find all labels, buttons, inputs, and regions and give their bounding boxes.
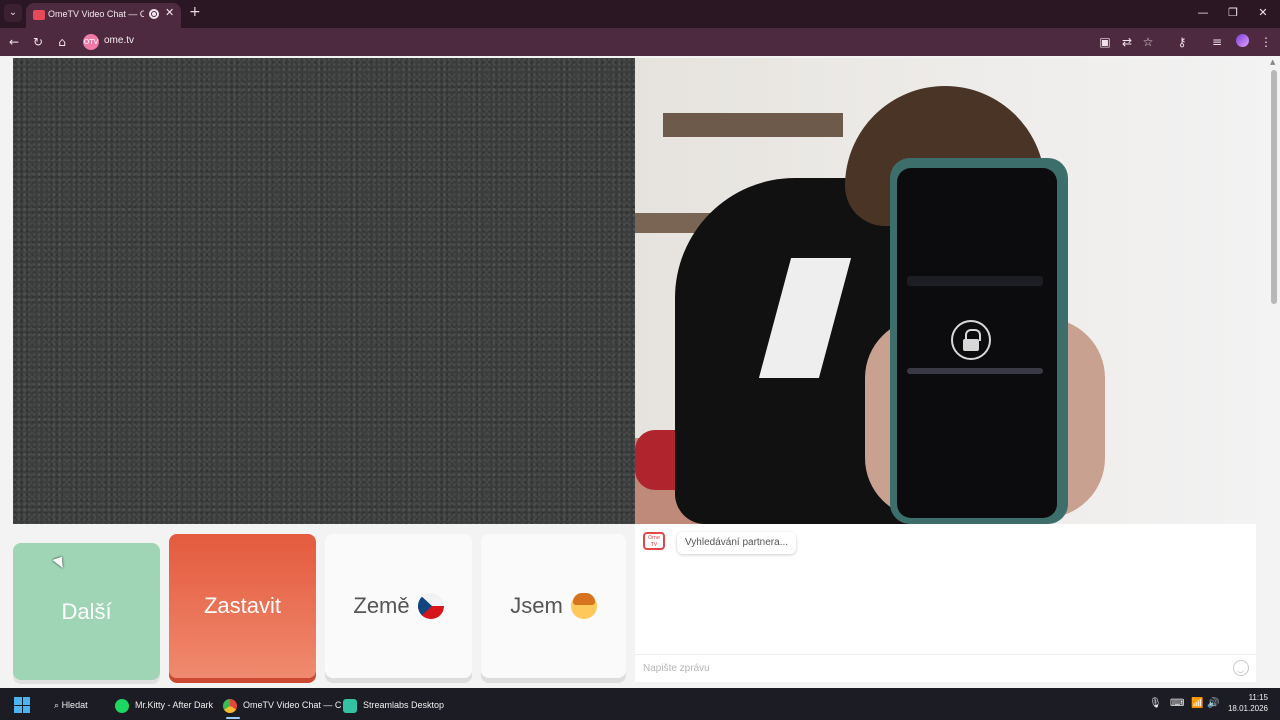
tab-title: OmeTV Video Chat — Ome: [48, 9, 144, 19]
url-text[interactable]: ome.tv: [104, 35, 134, 46]
windows-taskbar: ⌕ Hledat Mr.Kitty - After Dark OmeTV Vid…: [0, 688, 1280, 720]
browser-menu-icon[interactable]: ⋮: [1258, 34, 1274, 50]
browser-toolbar: ← ↻ ⌂ OTV ome.tv ▣ ⇄ ☆ ⚷ ≡ ⋮: [0, 28, 1280, 56]
wifi-icon[interactable]: 📶: [1191, 698, 1203, 709]
chat-panel: Ome TV Vyhledávání partnera... Napište z…: [635, 524, 1256, 682]
chat-status-message: Vyhledávání partnera...: [677, 532, 797, 554]
browser-tab-ometv[interactable]: OmeTV Video Chat — Ome ✕: [26, 3, 181, 28]
gender-button-label: Jsem: [510, 593, 563, 618]
browser-tab-strip: ⌄ OmeTV Video Chat — Ome ✕ + — ❐ ✕: [0, 0, 1280, 28]
phone-lock-icon: [951, 320, 991, 360]
taskbar-app-label: Mr.Kitty - After Dark: [135, 700, 214, 710]
tab-close-icon[interactable]: ✕: [165, 6, 174, 19]
taskbar-app-spotify[interactable]: Mr.Kitty - After Dark: [115, 696, 213, 714]
scroll-up-arrow-icon[interactable]: ▲: [1270, 58, 1275, 66]
reload-icon[interactable]: ↻: [30, 34, 46, 50]
camera-shelf: [663, 113, 843, 137]
media-control-icon[interactable]: ≡: [1209, 34, 1225, 50]
taskbar-search-label: Hledat: [61, 700, 88, 710]
taskbar-clock[interactable]: 11:15 18.01.2026: [1226, 692, 1268, 714]
country-button[interactable]: Země: [325, 534, 472, 678]
windows-start-icon[interactable]: [14, 697, 30, 713]
page-scrollbar[interactable]: ▲: [1268, 56, 1280, 688]
ometv-logo-icon: Ome TV: [643, 532, 665, 550]
ometv-favicon-icon: [33, 10, 45, 20]
chrome-icon: [223, 698, 237, 713]
partner-video-static: [13, 58, 635, 524]
profile-avatar-icon[interactable]: [1236, 34, 1249, 47]
bookmark-star-icon[interactable]: ☆: [1140, 34, 1156, 50]
clock-time: 11:15: [1248, 693, 1268, 702]
window-close-button[interactable]: ✕: [1256, 6, 1270, 19]
keyboard-icon[interactable]: ⌨: [1170, 698, 1184, 709]
next-button[interactable]: Další: [13, 543, 160, 680]
home-icon[interactable]: ⌂: [54, 34, 70, 50]
window-restore-button[interactable]: ❐: [1226, 6, 1240, 19]
clock-date: 18.01.2026: [1227, 704, 1268, 713]
window-minimize-button[interactable]: —: [1196, 6, 1210, 19]
czech-flag-icon: [417, 593, 444, 619]
spotify-icon: [115, 698, 129, 713]
taskbar-app-label: OmeTV Video Chat — C: [243, 700, 342, 710]
recording-indicator-icon: [149, 9, 159, 19]
search-icon: ⌕: [54, 700, 60, 710]
active-app-indicator: [226, 717, 240, 719]
stop-button[interactable]: Zastavit: [169, 534, 316, 678]
emoji-picker-icon[interactable]: [1233, 660, 1249, 676]
scrollbar-thumb[interactable]: [1271, 70, 1277, 304]
address-bar[interactable]: OTV ome.tv: [80, 31, 1090, 53]
chat-message-input[interactable]: Napište zprávu: [635, 654, 1256, 682]
boy-emoji-icon: [570, 593, 597, 619]
phone-screen-text: [907, 368, 1043, 374]
taskbar-app-label: Streamlabs Desktop: [363, 700, 445, 710]
microphone-icon[interactable]: 🎙: [1149, 698, 1162, 709]
translate-icon[interactable]: ⇄: [1119, 34, 1135, 50]
own-camera-video: [635, 58, 1256, 524]
taskbar-app-chrome[interactable]: OmeTV Video Chat — C: [223, 696, 341, 714]
volume-icon[interactable]: 🔊: [1207, 698, 1219, 709]
back-arrow-icon[interactable]: ←: [6, 34, 22, 50]
streamlabs-icon: [343, 698, 357, 713]
taskbar-app-streamlabs[interactable]: Streamlabs Desktop: [343, 696, 444, 714]
gender-button[interactable]: Jsem: [481, 534, 626, 678]
new-tab-button[interactable]: +: [189, 5, 201, 19]
country-button-label: Země: [353, 593, 410, 618]
phone-screen-bar: [907, 276, 1043, 286]
install-app-icon[interactable]: ▣: [1097, 34, 1113, 50]
site-info-icon[interactable]: OTV: [83, 34, 99, 50]
tab-search-chevron-icon[interactable]: ⌄: [4, 4, 22, 22]
password-key-icon[interactable]: ⚷: [1174, 34, 1190, 50]
stop-button-label: Zastavit: [203, 593, 282, 618]
ometv-page: Další Zastavit Země Jsem Ome TV Vyhledáv…: [0, 56, 1280, 688]
taskbar-search[interactable]: ⌕ Hledat: [54, 696, 88, 714]
chat-input-placeholder: Napište zprávu: [643, 663, 710, 674]
next-button-label: Další: [61, 598, 112, 624]
